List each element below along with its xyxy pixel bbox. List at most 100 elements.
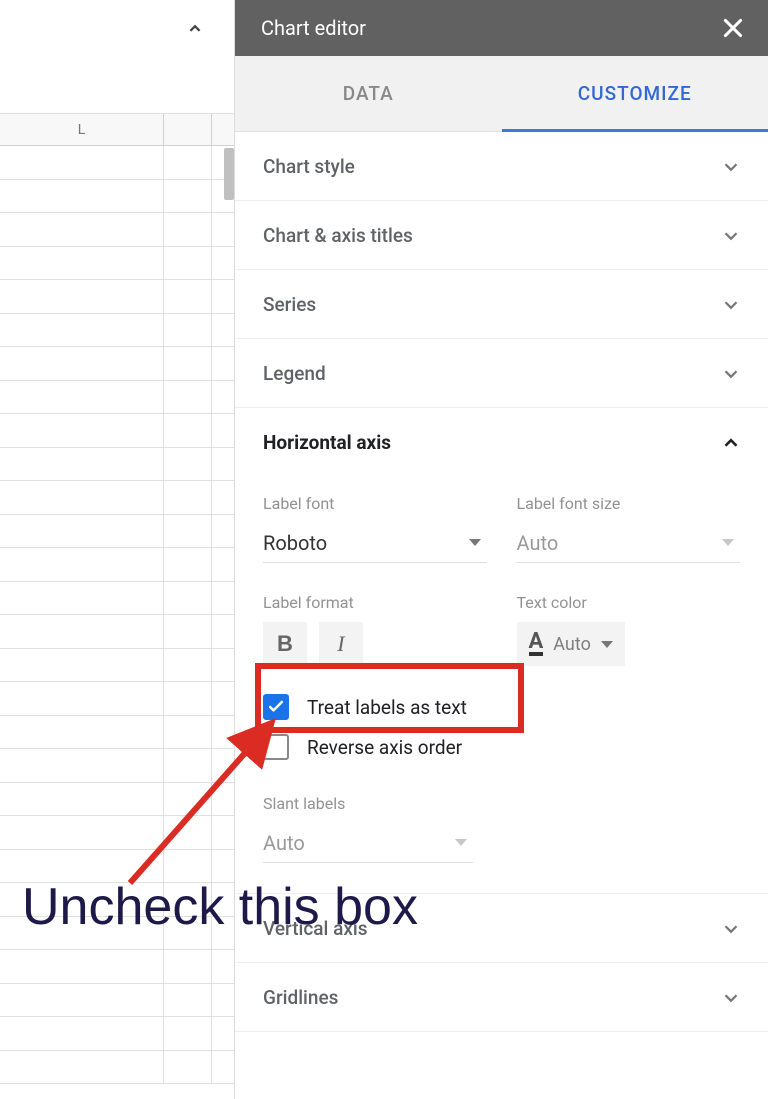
field-label-font-size: Label font size Auto bbox=[517, 494, 741, 563]
horizontal-axis-body: Label font Roboto Label font size Auto bbox=[235, 476, 768, 893]
section-label: Horizontal axis bbox=[263, 431, 391, 454]
text-color-value: Auto bbox=[553, 634, 591, 655]
tab-data[interactable]: DATA bbox=[235, 56, 502, 132]
cell-row[interactable] bbox=[0, 816, 234, 850]
cell-row[interactable] bbox=[0, 180, 234, 214]
italic-button[interactable]: I bbox=[319, 622, 363, 666]
cell-row[interactable] bbox=[0, 649, 234, 683]
close-icon[interactable] bbox=[720, 15, 746, 41]
checkbox-label: Reverse axis order bbox=[307, 736, 462, 759]
label-font-size-select[interactable]: Auto bbox=[517, 523, 741, 563]
cell-row[interactable] bbox=[0, 381, 234, 415]
field-label: Slant labels bbox=[263, 794, 740, 813]
cell-row[interactable] bbox=[0, 749, 234, 783]
cell-row[interactable] bbox=[0, 615, 234, 649]
cell-row[interactable] bbox=[0, 850, 234, 884]
text-color-picker[interactable]: A Auto bbox=[517, 622, 625, 666]
sections-scroll: Chart style Chart & axis titles Series bbox=[235, 132, 768, 1099]
section-horizontal-axis: Horizontal axis Label font Roboto bbox=[235, 408, 768, 894]
field-text-color: Text color A Auto bbox=[517, 593, 741, 666]
cell-row[interactable] bbox=[0, 347, 234, 381]
chevron-down-icon bbox=[720, 225, 740, 245]
label-font-select[interactable]: Roboto bbox=[263, 523, 487, 563]
column-header-end[interactable] bbox=[212, 114, 234, 145]
section-label: Gridlines bbox=[263, 986, 338, 1009]
section-header-horizontal-axis[interactable]: Horizontal axis bbox=[235, 408, 768, 476]
treat-labels-as-text-row[interactable]: Treat labels as text bbox=[263, 694, 740, 720]
cells-grid[interactable] bbox=[0, 146, 234, 1099]
cell-row[interactable] bbox=[0, 883, 234, 917]
dropdown-caret-icon bbox=[455, 839, 467, 846]
dropdown-caret-icon bbox=[469, 539, 481, 546]
dropdown-caret-icon bbox=[601, 641, 613, 648]
dropdown-caret-icon bbox=[722, 539, 734, 546]
select-value: Roboto bbox=[263, 531, 327, 555]
chevron-down-icon bbox=[720, 363, 740, 383]
column-header-row: L bbox=[0, 114, 234, 146]
section-chart-style: Chart style bbox=[235, 132, 768, 201]
tab-customize[interactable]: CUSTOMIZE bbox=[502, 56, 768, 132]
treat-labels-as-text-checkbox[interactable] bbox=[263, 694, 289, 720]
field-label: Text color bbox=[517, 593, 741, 612]
cell-row[interactable] bbox=[0, 1051, 234, 1085]
chevron-down-icon bbox=[720, 294, 740, 314]
cell-row[interactable] bbox=[0, 247, 234, 281]
blank-toolbar-strip bbox=[0, 56, 234, 114]
section-label: Vertical axis bbox=[263, 917, 368, 940]
tabs: DATA CUSTOMIZE bbox=[235, 56, 768, 132]
cell-row[interactable] bbox=[0, 716, 234, 750]
section-header-chart-style[interactable]: Chart style bbox=[235, 132, 768, 200]
reverse-axis-order-row[interactable]: Reverse axis order bbox=[263, 734, 740, 760]
checkbox-label: Treat labels as text bbox=[307, 696, 467, 719]
section-header-gridlines[interactable]: Gridlines bbox=[235, 963, 768, 1031]
cell-row[interactable] bbox=[0, 414, 234, 448]
cell-row[interactable] bbox=[0, 582, 234, 616]
cell-row[interactable] bbox=[0, 280, 234, 314]
cell-row[interactable] bbox=[0, 1017, 234, 1051]
column-header-m[interactable] bbox=[164, 114, 212, 145]
section-header-legend[interactable]: Legend bbox=[235, 339, 768, 407]
text-color-a-icon: A bbox=[529, 632, 544, 656]
select-value: Auto bbox=[517, 531, 559, 555]
section-legend: Legend bbox=[235, 339, 768, 408]
cell-row[interactable] bbox=[0, 213, 234, 247]
section-chart-axis-titles: Chart & axis titles bbox=[235, 201, 768, 270]
field-label-font: Label font Roboto bbox=[263, 494, 487, 563]
column-header-l[interactable]: L bbox=[0, 114, 164, 145]
section-vertical-axis: Vertical axis bbox=[235, 894, 768, 963]
chart-editor-panel: Chart editor DATA CUSTOMIZE Chart style bbox=[234, 0, 768, 1099]
field-label: Label font bbox=[263, 494, 487, 513]
cell-row[interactable] bbox=[0, 917, 234, 951]
cell-row[interactable] bbox=[0, 515, 234, 549]
cell-row[interactable] bbox=[0, 481, 234, 515]
section-label: Chart style bbox=[263, 155, 355, 178]
section-header-vertical-axis[interactable]: Vertical axis bbox=[235, 894, 768, 962]
section-gridlines: Gridlines bbox=[235, 963, 768, 1032]
cell-row[interactable] bbox=[0, 984, 234, 1018]
section-header-series[interactable]: Series bbox=[235, 270, 768, 338]
formula-collapse-row bbox=[0, 0, 234, 56]
slant-labels-select[interactable]: Auto bbox=[263, 823, 473, 863]
section-header-chart-axis-titles[interactable]: Chart & axis titles bbox=[235, 201, 768, 269]
chevron-up-icon bbox=[720, 432, 740, 452]
chevron-up-icon[interactable] bbox=[184, 18, 204, 38]
editor-header: Chart editor bbox=[235, 0, 768, 56]
field-label: Label font size bbox=[517, 494, 741, 513]
cell-row[interactable] bbox=[0, 548, 234, 582]
section-label: Chart & axis titles bbox=[263, 224, 413, 247]
reverse-axis-order-checkbox[interactable] bbox=[263, 734, 289, 760]
field-label: Label format bbox=[263, 593, 487, 612]
cell-row[interactable] bbox=[0, 448, 234, 482]
editor-title: Chart editor bbox=[261, 16, 366, 40]
cell-row[interactable] bbox=[0, 146, 234, 180]
cell-row[interactable] bbox=[0, 950, 234, 984]
select-value: Auto bbox=[263, 831, 305, 855]
cell-row[interactable] bbox=[0, 682, 234, 716]
scrollbar-thumb[interactable] bbox=[224, 148, 234, 200]
cell-row[interactable] bbox=[0, 314, 234, 348]
spreadsheet-area: L bbox=[0, 0, 234, 1099]
bold-button[interactable]: B bbox=[263, 622, 307, 666]
cell-row[interactable] bbox=[0, 783, 234, 817]
chevron-down-icon bbox=[720, 918, 740, 938]
section-label: Series bbox=[263, 293, 316, 316]
